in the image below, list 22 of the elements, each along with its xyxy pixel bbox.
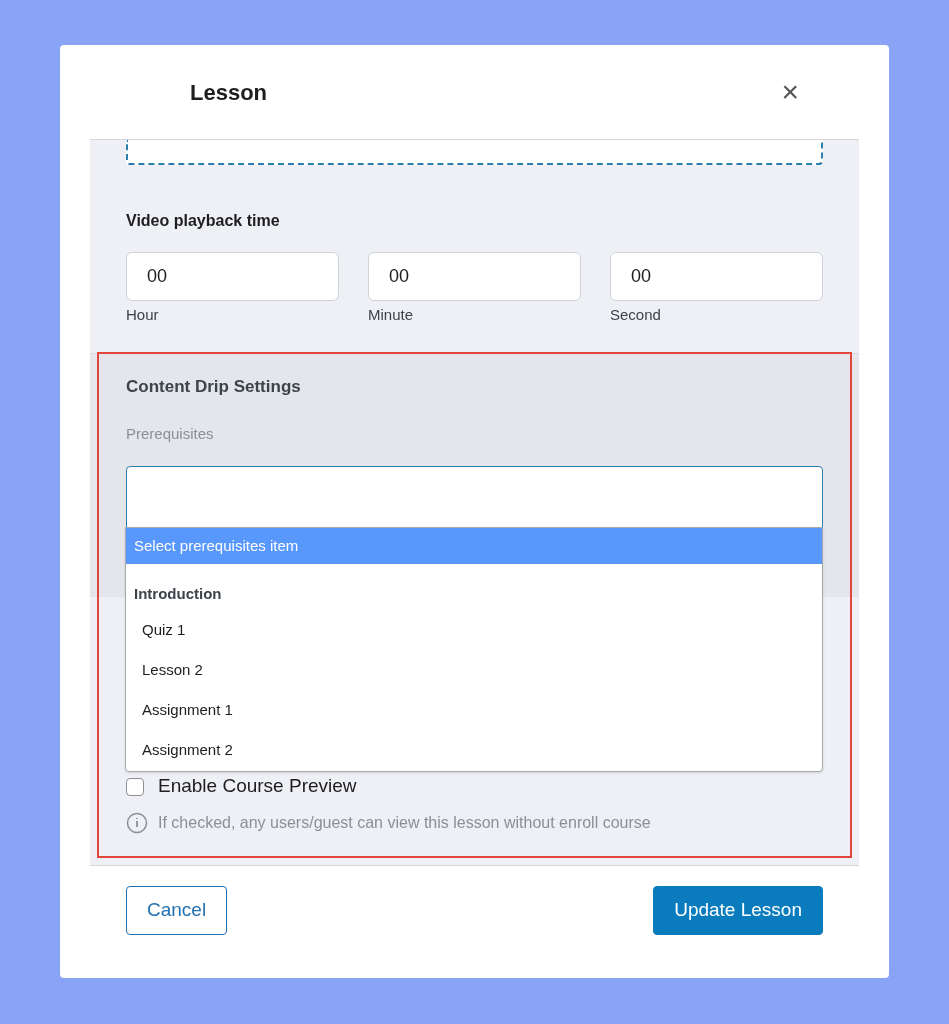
time-field[interactable]: 00	[610, 252, 823, 301]
dropdown-option[interactable]: Quiz 1	[126, 610, 822, 650]
field-caption: Minute	[368, 305, 415, 325]
section-label: Video playback time	[126, 211, 281, 231]
field-label: Prerequisites	[126, 424, 215, 444]
dropdown-option[interactable]: Assignment 1	[126, 690, 822, 730]
field-caption: Hour	[126, 305, 160, 325]
dropdown-option[interactable]: Assignment 2	[126, 730, 822, 770]
option-group-label: Introduction	[133, 583, 223, 604]
section-title: Content Drip Settings	[126, 375, 302, 398]
info-icon	[126, 811, 148, 834]
hint-text: If checked, any users/guest can view this lesson without enroll course	[158, 812, 651, 833]
dropdown-option[interactable]: Lesson 2	[126, 650, 822, 690]
time-field[interactable]: 00	[368, 252, 581, 301]
time-field[interactable]: 00	[126, 252, 339, 301]
checkbox-label: Enable Course Preview	[158, 774, 357, 799]
update-button[interactable]: Update Lesson	[653, 886, 823, 935]
close-button[interactable]: ×	[781, 77, 799, 107]
dialog-title: Lesson	[190, 78, 268, 107]
preview-checkbox[interactable]	[126, 777, 144, 796]
cancel-button[interactable]: Cancel	[126, 886, 228, 935]
field-caption: Second	[610, 305, 662, 325]
